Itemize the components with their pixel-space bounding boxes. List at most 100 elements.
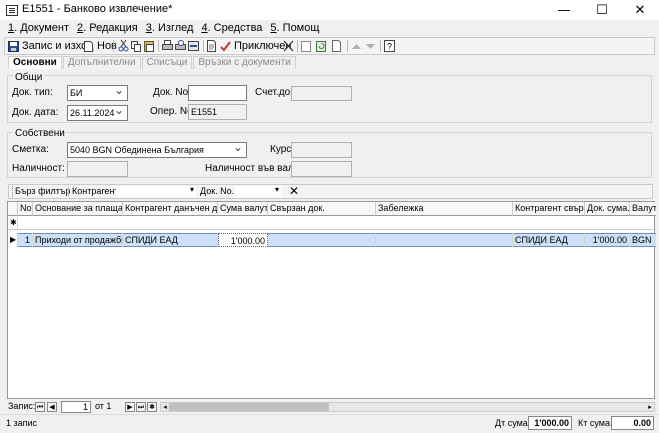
refresh-icon[interactable] [316, 39, 327, 53]
tab-strip: Основни Допълнителни Списъци Връзки с до… [8, 56, 297, 69]
general-group-title: Общи [13, 72, 45, 83]
cut-icon[interactable] [118, 39, 129, 53]
doc-type-label: Док. тип: [12, 87, 53, 98]
oper-no-input: E1551 [188, 104, 247, 120]
cell-payment-reason[interactable]: Приходи от продажби [33, 233, 123, 247]
scroll-left-icon[interactable]: ◂ [161, 403, 169, 411]
help-icon[interactable]: ? [384, 39, 395, 53]
menu-bar: 1. Документ 2. Редакция 3. Изглед 4. Сре… [0, 20, 659, 37]
col-contractor-tax-doc[interactable]: Контрагент данъчен док. [123, 202, 218, 216]
cell-linked-doc[interactable] [268, 233, 376, 247]
menu-tools[interactable]: 4. Средства [201, 20, 262, 37]
scroll-right-icon[interactable]: ▸ [646, 403, 654, 411]
contractor-filter-label: Контрагент: [72, 186, 122, 196]
cell-contractor-tax-doc[interactable]: СПИДИ ЕАД [123, 233, 218, 247]
cell-note[interactable] [376, 233, 513, 247]
tab-document-links[interactable]: Връзки с документи [193, 56, 296, 69]
available-fx-input [291, 161, 352, 177]
tab-additional[interactable]: Допълнителни [62, 56, 141, 69]
account-combo[interactable]: 5040 BGN Обединена България [67, 142, 247, 158]
dropdown-arrow-icon: ▾ [189, 185, 194, 194]
next-record-icon[interactable]: ▶ [125, 402, 135, 412]
col-doc-amount[interactable]: Док. сума... [585, 202, 630, 216]
quick-filter-label: Бърз филтър [15, 186, 71, 196]
account-label: Сметка: [12, 144, 49, 155]
doc-no-filter-label: Док. No. [200, 186, 235, 196]
menu-view[interactable]: 3. Изглед [146, 20, 194, 37]
menu-edit[interactable]: 2. Редакция [77, 20, 138, 37]
finished-button[interactable]: Приключен [220, 39, 291, 53]
doc-no-filter-combo[interactable]: ▾ [235, 185, 281, 198]
clear-filter-icon[interactable]: ✕ [289, 184, 299, 198]
first-record-icon[interactable]: ⏮ [35, 402, 45, 412]
col-currency[interactable]: Валута [630, 202, 656, 216]
cell-doc-amount[interactable]: 1'000.00 [585, 233, 630, 247]
last-record-icon[interactable]: ⏭ [136, 402, 146, 412]
tab-lists[interactable]: Списъци [141, 56, 193, 69]
maximize-button[interactable]: ☐ [583, 0, 621, 20]
rate-input [291, 142, 352, 158]
tab-main[interactable]: Основни [8, 56, 62, 69]
menu-document[interactable]: 1. Документ [8, 20, 69, 37]
status-bar: 1 запис Дт сума: 1'000.00 Кт сума: 0.00 [0, 414, 659, 433]
dropdown-arrow-icon: ▾ [274, 185, 279, 194]
items-grid[interactable]: No. Основание за плащане Контрагент данъ… [7, 201, 656, 399]
current-row-icon: ▶ [8, 233, 18, 247]
save-icon [8, 40, 19, 52]
contractor-filter-combo[interactable]: ▾ [116, 185, 196, 198]
available-label: Наличност: [12, 163, 65, 174]
menu-help[interactable]: 5. Помощ [270, 20, 319, 37]
cell-amount-currency[interactable]: 1'000.00 [218, 233, 268, 247]
new-document-icon [84, 40, 93, 52]
doc-type-combo[interactable]: БИ [67, 85, 128, 101]
checkmark-icon [220, 40, 231, 52]
new-row[interactable] [18, 216, 656, 230]
paste-icon[interactable] [144, 39, 155, 53]
col-contractor-linked[interactable]: Контрагент свър... [513, 202, 585, 216]
print-icon[interactable] [162, 39, 173, 53]
col-payment-reason[interactable]: Основание за плащане [33, 202, 123, 216]
new-button[interactable]: Нов [83, 39, 117, 53]
delete-icon[interactable] [283, 39, 294, 53]
own-group-title: Собствени [13, 128, 67, 139]
col-note[interactable]: Забележка [376, 202, 513, 216]
window-title: E1551 - Банково извлечение* [22, 3, 173, 15]
export-icon[interactable] [188, 39, 199, 53]
close-button[interactable]: ✕ [621, 0, 659, 20]
scrollbar-thumb[interactable] [169, 403, 329, 411]
col-no[interactable]: No. [18, 202, 33, 216]
debit-sum-value: 1'000.00 [528, 416, 572, 430]
doc-no-label: Док. No. [153, 87, 191, 98]
document-properties-icon[interactable] [206, 39, 217, 53]
blank-page-icon[interactable] [331, 39, 342, 53]
cell-contractor-linked[interactable]: СПИДИ ЕАД [513, 233, 585, 247]
horizontal-scrollbar[interactable]: ◂ ▸ [160, 402, 655, 412]
available-input [67, 161, 128, 177]
move-down-icon[interactable] [365, 39, 376, 53]
cell-currency[interactable]: BGN [630, 233, 656, 247]
toolbar: Запис и изход Нов Приключен ? [4, 37, 655, 55]
move-up-icon[interactable] [351, 39, 362, 53]
account-doc-input [291, 86, 352, 101]
credit-sum-label: Кт сума: [578, 418, 613, 428]
svg-text:?: ? [387, 42, 392, 52]
grid-row-indicator-header [8, 202, 18, 216]
print-preview-icon[interactable] [175, 39, 186, 53]
filter-bar: Бърз филтър Контрагент: ▾ Док. No. ▾ ✕ [8, 184, 653, 199]
previous-record-icon[interactable]: ◀ [47, 402, 57, 412]
app-document-icon [6, 5, 18, 16]
record-number-input[interactable]: 1 [61, 401, 91, 413]
title-bar: E1551 - Банково извлечение* — ☐ ✕ [0, 0, 659, 20]
col-amount-currency[interactable]: Сума валута [218, 202, 268, 216]
save-exit-button[interactable]: Запис и изход [8, 39, 93, 53]
copy-icon[interactable] [131, 39, 142, 53]
new-record-icon[interactable]: ✱ [147, 402, 157, 412]
doc-date-picker[interactable]: 26.11.2024 [67, 105, 128, 121]
credit-sum-value: 0.00 [611, 416, 654, 430]
doc-no-input[interactable] [188, 85, 247, 101]
minimize-button[interactable]: — [545, 0, 583, 20]
cell-no[interactable]: 1 [18, 233, 33, 247]
col-linked-doc[interactable]: Свързан док. [268, 202, 376, 216]
record-label: Запис: [8, 401, 36, 411]
attach-icon[interactable] [301, 39, 312, 53]
